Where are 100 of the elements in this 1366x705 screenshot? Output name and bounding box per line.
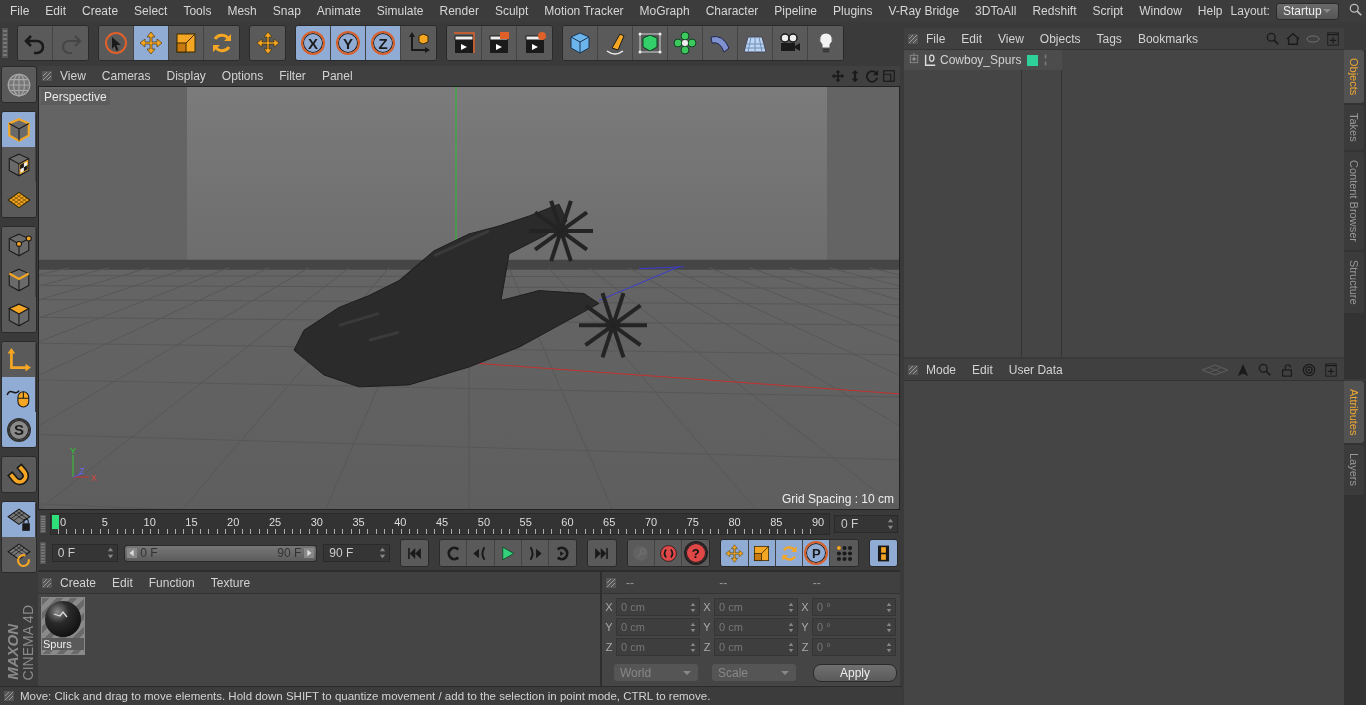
menu-item[interactable]: Plugins [825, 4, 881, 18]
panel-tab[interactable]: Layers [1344, 445, 1364, 495]
frame-number: 25 [268, 516, 282, 528]
menu-item[interactable]: MoGraph [631, 4, 698, 18]
axis-label: Y [800, 621, 810, 633]
tool-button[interactable]: Z [366, 26, 401, 60]
menu-item[interactable]: V-Ray Bridge [880, 4, 968, 18]
frame-number: 55 [519, 516, 532, 528]
playhead-marker[interactable] [52, 515, 59, 529]
menu-item[interactable]: Function [140, 575, 203, 590]
menu-item[interactable]: Tools [175, 4, 220, 18]
current-frame-field[interactable]: 0 F [834, 515, 898, 533]
menu-item[interactable]: Texture [202, 575, 259, 590]
menu-item[interactable]: Redshift [1024, 4, 1085, 18]
scale-icon [174, 31, 198, 55]
menu-item[interactable]: View [990, 31, 1032, 46]
panel-tab[interactable]: Content Browser [1344, 152, 1364, 250]
axis-label: Z [702, 641, 712, 653]
frame-number: 30 [310, 516, 323, 528]
tool-button[interactable]: X [296, 26, 331, 60]
timeline-ruler[interactable]: 0 5 10 15 20 25 30 35 40 45 50 55 60 65 70 75 80 85 90 [50, 513, 830, 535]
menu-item[interactable]: Script [1084, 4, 1132, 18]
tool-button[interactable] [2, 502, 36, 537]
tool-button[interactable] [869, 540, 897, 566]
target-icon [1302, 362, 1316, 377]
menu-item[interactable]: User Data [1000, 362, 1071, 377]
menu-item[interactable]: Help [1189, 4, 1231, 18]
menu-item[interactable]: Render [431, 4, 487, 18]
cage-cube-icon [638, 31, 662, 55]
material-swatch[interactable]: Spurs [41, 597, 85, 655]
null-object-icon [923, 53, 937, 67]
menu-item[interactable]: Character [697, 4, 767, 18]
panel-tab[interactable]: Takes [1344, 105, 1364, 151]
menu-item[interactable]: Options [213, 69, 272, 83]
view-name-label: Perspective [41, 89, 110, 105]
search-icon [1266, 31, 1280, 46]
menu-item[interactable]: Objects [1031, 31, 1089, 46]
menu-item[interactable]: Cameras [93, 69, 159, 83]
frame-number: 50 [477, 516, 490, 528]
panel-tab[interactable]: Structure [1344, 252, 1364, 313]
grip-icon [40, 515, 46, 533]
menu-item[interactable]: Sculpt [486, 4, 537, 18]
menu-item[interactable]: Bookmarks [1129, 31, 1206, 46]
tool-button[interactable]: S [2, 412, 36, 447]
menu-item[interactable]: Select [126, 4, 176, 18]
menu-item[interactable]: Filter [271, 69, 314, 83]
menu-item[interactable]: Mesh [219, 4, 265, 18]
spin-arrows-icon [378, 547, 386, 559]
menu-item[interactable]: File [918, 31, 954, 46]
menu-item[interactable]: Tags [1088, 31, 1130, 46]
menu-item[interactable]: Animate [308, 4, 369, 18]
tool-button[interactable]: P [803, 540, 831, 566]
frame-number: 45 [436, 516, 449, 528]
tool-button[interactable] [2, 377, 36, 412]
menu-item[interactable]: File [2, 4, 38, 18]
menu-item[interactable]: Mode [918, 362, 965, 377]
end-frame-field[interactable]: 90 F [323, 544, 390, 562]
menu-item[interactable]: Motion Tracker [536, 4, 632, 18]
new-panel-icon [1326, 31, 1340, 46]
menu-item[interactable]: Edit [104, 575, 141, 590]
clapperboard-icon [452, 31, 476, 55]
move-arrows-icon [255, 31, 280, 55]
menu-item[interactable]: Window [1131, 4, 1190, 18]
menu-item[interactable]: Edit [953, 31, 991, 46]
right-arrow-icon [304, 548, 315, 558]
menu-item[interactable]: Edit [964, 362, 1001, 377]
maximize-view-icon [882, 69, 896, 83]
axis-label: Y [702, 621, 712, 633]
menu-item[interactable]: Create [74, 4, 127, 18]
panel-tab[interactable]: Objects [1344, 50, 1364, 104]
layout-dropdown[interactable]: Startup [1275, 2, 1339, 20]
move-arrows-icon [725, 543, 745, 563]
start-frame-field[interactable]: 0 F [51, 544, 119, 562]
apply-button[interactable]: Apply [813, 664, 897, 682]
axis-label: Z [800, 641, 810, 653]
tool-button[interactable] [2, 457, 36, 492]
menu-item[interactable]: Edit [37, 4, 75, 18]
panel-tab[interactable]: Attributes [1344, 381, 1364, 444]
menu-item[interactable]: Snap [264, 4, 309, 18]
menu-item[interactable]: Panel [313, 69, 361, 83]
record-icon [658, 543, 678, 563]
axis-arrows-icon [5, 346, 32, 373]
frame-number: 0 [60, 516, 67, 528]
sphere-grid-icon [6, 71, 32, 98]
menu-item[interactable]: 3DToAll [967, 4, 1025, 18]
axis-label: X [604, 601, 614, 613]
dots-grid-icon [834, 543, 854, 563]
tool-button[interactable]: Y [331, 26, 366, 60]
menu-item[interactable]: Pipeline [766, 4, 826, 18]
tool-button[interactable] [447, 26, 482, 60]
menu-item[interactable]: View [52, 69, 94, 83]
menu-item[interactable]: Display [158, 69, 214, 83]
cursor-icon [104, 31, 128, 55]
menu-item[interactable]: Simulate [368, 4, 432, 18]
menu-item[interactable]: Create [52, 575, 105, 590]
grid-spacing-label: Grid Spacing : 10 cm [781, 492, 894, 506]
axis-label: Z [604, 641, 614, 653]
tool-button[interactable]: ? [682, 540, 710, 566]
column-header: -- [811, 575, 822, 590]
expand-icon [908, 52, 920, 65]
